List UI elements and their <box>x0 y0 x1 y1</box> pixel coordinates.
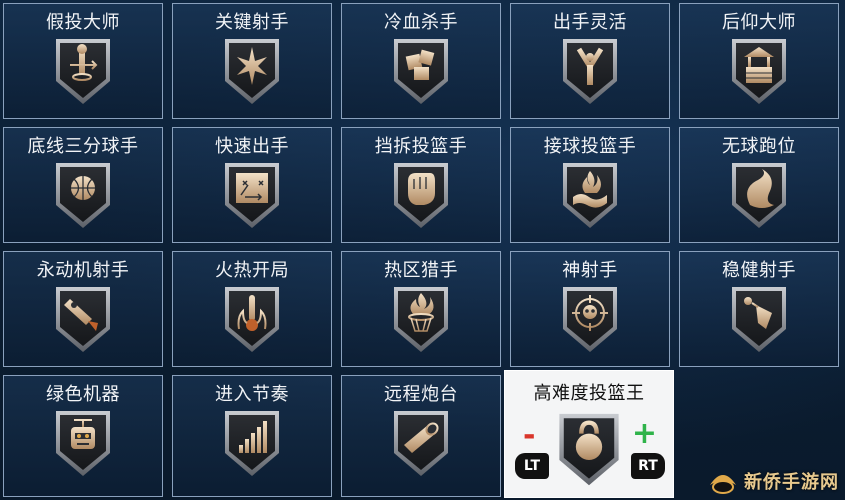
badge-label: 后仰大师 <box>722 12 796 33</box>
badge-tile-pick-and-popper[interactable]: 挡拆投篮手 <box>341 127 501 243</box>
wishing-well-icon <box>732 39 786 104</box>
watermark-text: 新侨手游网 <box>744 472 839 493</box>
lt-trigger-button[interactable]: LT <box>515 453 549 479</box>
badge-label: 热区猎手 <box>384 260 458 281</box>
badge-tile-catch-and-shoot[interactable]: 接球投篮手 <box>510 127 670 243</box>
badge-label: 稳健射手 <box>722 260 796 281</box>
badge-label: 进入节奏 <box>215 384 289 405</box>
badge-tile-difficult-shots-selected[interactable]: 高难度投篮王 - + LT RT <box>504 370 674 498</box>
badge-tile-fadeaway-master[interactable]: 后仰大师 <box>679 3 839 119</box>
slingshot-icon <box>563 39 617 104</box>
trophy-icon <box>732 287 786 352</box>
thermometer-icon <box>225 287 279 352</box>
crosshair-skull-icon <box>563 287 617 352</box>
robot-icon <box>56 411 110 476</box>
badge-tile-quick-draw[interactable]: 快速出手 <box>172 127 332 243</box>
hand-flame-icon <box>563 163 617 228</box>
badge-tile-ice-cold[interactable]: 冷血杀手 <box>341 3 501 119</box>
badge-label: 关键射手 <box>215 12 289 33</box>
rt-trigger-button[interactable]: RT <box>631 453 665 479</box>
increase-level-button[interactable]: + <box>632 419 657 449</box>
watermark: 新侨手游网 <box>706 466 839 496</box>
badge-grid: 假投大师 关键射手 冷血杀手 出手灵活 后仰大师 底线三分球手 快速出手 挡拆投… <box>0 0 845 500</box>
swirl-icon <box>732 163 786 228</box>
badge-label: 假投大师 <box>46 12 120 33</box>
cannon-icon <box>394 411 448 476</box>
badge-tile-flexible-release[interactable]: 出手灵活 <box>510 3 670 119</box>
decrease-level-button[interactable]: - <box>523 421 535 451</box>
flaming-hoop-icon <box>394 287 448 352</box>
badge-tile-clutch-shooter[interactable]: 关键射手 <box>172 3 332 119</box>
badge-label: 永动机射手 <box>36 260 130 281</box>
badge-label: 接球投篮手 <box>543 136 637 157</box>
badge-label: 远程炮台 <box>384 384 458 405</box>
badge-tile-limitless-range[interactable]: 远程炮台 <box>341 375 501 497</box>
fake-shot-icon <box>56 39 110 104</box>
badge-label: 神射手 <box>562 260 618 281</box>
badge-tile-rhythm-shooter[interactable]: 进入节奏 <box>172 375 332 497</box>
badge-tile-hot-start[interactable]: 火热开局 <box>172 251 332 367</box>
badge-tile-sniper[interactable]: 神射手 <box>510 251 670 367</box>
badge-label: 绿色机器 <box>46 384 120 405</box>
badge-label: 底线三分球手 <box>27 136 139 157</box>
badge-tile-green-machine[interactable]: 绿色机器 <box>3 375 163 497</box>
kettlebell-icon <box>559 413 619 486</box>
ice-cubes-icon <box>394 39 448 104</box>
badge-tile-fake-shot[interactable]: 假投大师 <box>3 3 163 119</box>
rocket-icon <box>56 287 110 352</box>
star-burst-icon <box>225 39 279 104</box>
badge-label: 高难度投篮王 <box>533 383 645 404</box>
basketball-corner-icon <box>56 163 110 228</box>
badge-label: 冷血杀手 <box>384 12 458 33</box>
signal-bars-icon <box>225 411 279 476</box>
badge-label: 火热开局 <box>215 260 289 281</box>
badge-tile-steady-shooter[interactable]: 稳健射手 <box>679 251 839 367</box>
play-diagram-icon <box>225 163 279 228</box>
badge-label: 快速出手 <box>215 136 289 157</box>
watermark-logo-icon <box>710 475 736 494</box>
badge-tile-hot-zone-hunter[interactable]: 热区猎手 <box>341 251 501 367</box>
badge-tile-corner-specialist[interactable]: 底线三分球手 <box>3 127 163 243</box>
badge-tile-energizer-shooter[interactable]: 永动机射手 <box>3 251 163 367</box>
fist-icon <box>394 163 448 228</box>
badge-label: 挡拆投篮手 <box>374 136 468 157</box>
badge-label: 出手灵活 <box>553 12 627 33</box>
badge-label: 无球跑位 <box>722 136 796 157</box>
badge-tile-slippery-off-ball[interactable]: 无球跑位 <box>679 127 839 243</box>
